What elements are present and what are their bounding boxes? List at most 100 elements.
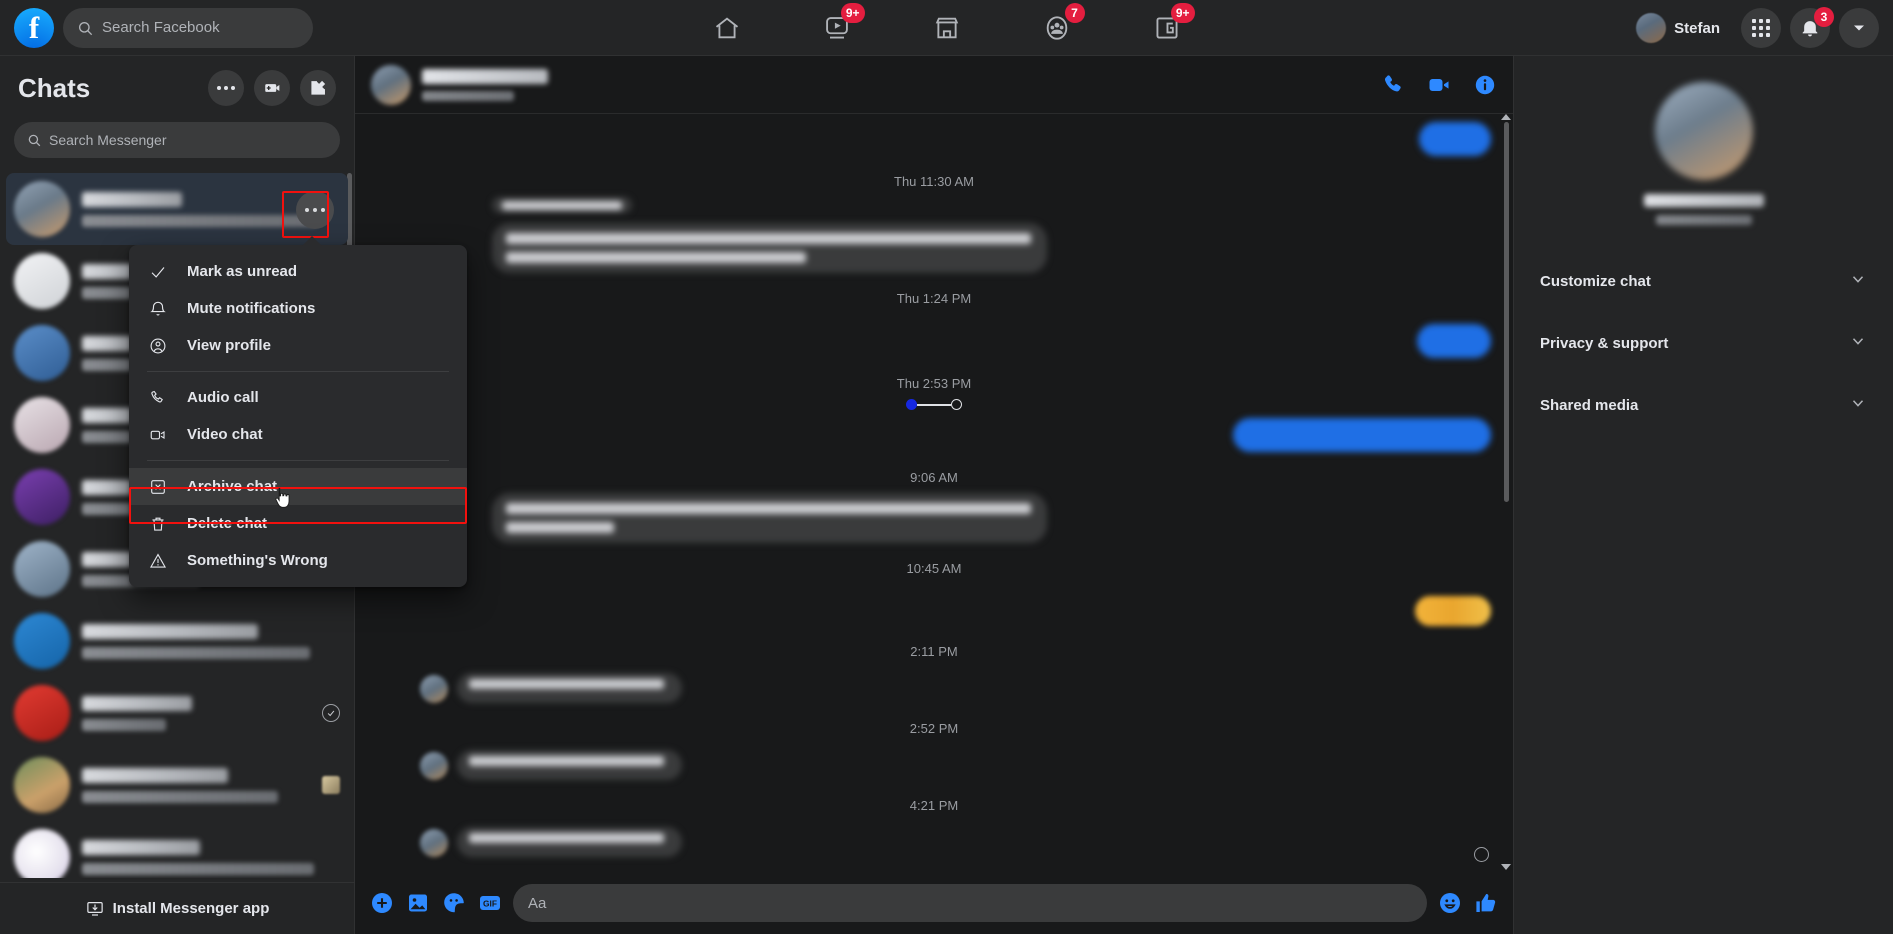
slider-knob[interactable] (906, 399, 917, 410)
list-item[interactable] (6, 821, 348, 878)
message-bubble[interactable] (1419, 122, 1491, 156)
scroll-up-arrow[interactable] (1501, 114, 1511, 120)
conversation-scrollbar[interactable] (1504, 122, 1509, 502)
message-input[interactable]: Aa (513, 884, 1427, 922)
section-label: Privacy & support (1540, 334, 1669, 352)
notifications-button[interactable]: 3 (1790, 7, 1834, 48)
message-bubble[interactable] (492, 197, 632, 213)
section-label: Customize chat (1540, 272, 1651, 290)
bell-icon (147, 300, 169, 318)
chat-preview (82, 767, 314, 803)
scroll-down-arrow[interactable] (1501, 864, 1511, 870)
list-item[interactable] (6, 677, 348, 749)
message-row (355, 493, 1513, 545)
nav-video[interactable]: 9+ (813, 2, 865, 52)
trash-icon (147, 515, 169, 533)
conversation-panel: Thu 11:30 AM Thu 1:24 PM Thu 2:53 PM 9:0… (355, 56, 1513, 934)
chevron-down-icon (1849, 394, 1867, 417)
message-bubble[interactable] (492, 493, 1047, 543)
gif-icon: GIF (480, 896, 500, 910)
menu-item-mute-notifications[interactable]: Mute notifications (129, 290, 467, 327)
message-row (355, 314, 1513, 360)
section-customize-chat[interactable]: Customize chat (1524, 259, 1883, 303)
avatar[interactable] (1654, 82, 1753, 180)
menu-item-label: View profile (187, 337, 271, 354)
create-room-button[interactable] (254, 70, 290, 106)
nav-groups[interactable]: 7 (1033, 2, 1085, 52)
conversation-header (355, 56, 1513, 114)
nav-home[interactable] (703, 4, 751, 52)
message-bubble[interactable] (457, 827, 682, 857)
message-bubble[interactable] (492, 223, 1047, 273)
menu-item-mark-as-unread[interactable]: Mark as unread (129, 253, 467, 290)
menu-item-delete-chat[interactable]: Delete chat (129, 505, 467, 542)
grid-menu-icon (1752, 19, 1770, 37)
chat-preview (82, 839, 340, 875)
messenger-search-input[interactable]: Search Messenger (14, 122, 340, 158)
add-attachment-button[interactable] (369, 890, 395, 916)
account-menu-button[interactable] (1839, 8, 1879, 48)
attach-gif-button[interactable]: GIF (477, 890, 503, 916)
avatar (420, 752, 448, 780)
slider-end (951, 399, 962, 410)
message-bubble[interactable] (457, 673, 682, 703)
nav-groups-badge: 7 (1064, 2, 1085, 23)
messenger-app: Search Facebook 9+ 7 9+ (0, 0, 1893, 934)
chat-options-button[interactable] (296, 191, 334, 229)
menu-item-label: Archive chat (187, 478, 278, 495)
menu-item-archive-chat[interactable]: Archive chat (129, 468, 467, 505)
phone-icon[interactable] (1381, 73, 1405, 97)
mouse-cursor (275, 487, 290, 508)
avatar (14, 397, 70, 453)
chevron-down-icon (1849, 270, 1867, 293)
reaction-bubble[interactable] (1415, 596, 1491, 626)
message-bubble[interactable] (457, 750, 682, 780)
notifications-badge: 3 (1814, 7, 1834, 27)
section-label: Shared media (1540, 396, 1639, 414)
nav-video-badge: 9+ (840, 2, 865, 23)
chevron-down-icon (1849, 332, 1867, 355)
emoji-button[interactable] (1437, 890, 1463, 916)
timestamp: 10:45 AM (906, 561, 962, 576)
install-messenger-app-button[interactable]: Install Messenger app (0, 882, 355, 934)
marketplace-icon (935, 17, 958, 38)
attach-image-button[interactable] (405, 890, 431, 916)
facebook-logo-icon[interactable] (14, 7, 54, 48)
chat-attachment (322, 776, 340, 794)
menu-item-somethings-wrong[interactable]: Something's Wrong (129, 542, 467, 579)
person-icon (147, 337, 169, 355)
emoji-icon (1440, 893, 1460, 913)
chats-header-actions (208, 70, 336, 106)
details-sections: Customize chat Privacy & support Shared … (1514, 259, 1893, 427)
chat-subtitle (1655, 215, 1752, 225)
info-icon[interactable] (1473, 73, 1497, 97)
list-item[interactable] (6, 173, 348, 245)
attach-sticker-button[interactable] (441, 890, 467, 916)
plus-circle-icon (372, 893, 392, 913)
nav-gaming[interactable]: 9+ (1143, 2, 1195, 52)
video-icon[interactable] (1427, 73, 1451, 97)
apps-menu-button[interactable] (1741, 8, 1781, 48)
chat-preview (82, 623, 340, 659)
send-like-button[interactable] (1473, 890, 1499, 916)
new-message-button[interactable] (300, 70, 336, 106)
chat-status (322, 704, 340, 722)
section-privacy-support[interactable]: Privacy & support (1524, 321, 1883, 365)
avatar[interactable] (371, 64, 411, 105)
message-bubble[interactable] (1233, 418, 1491, 452)
list-item[interactable] (6, 605, 348, 677)
menu-item-video-chat[interactable]: Video chat (129, 416, 467, 453)
avatar (14, 685, 70, 741)
menu-item-audio-call[interactable]: Audio call (129, 379, 467, 416)
nav-gaming-badge: 9+ (1170, 2, 1195, 23)
list-item[interactable] (6, 749, 348, 821)
facebook-search-input[interactable]: Search Facebook (63, 7, 313, 48)
nav-marketplace[interactable] (923, 4, 971, 52)
slider-track (917, 403, 951, 406)
message-slider[interactable] (355, 399, 1513, 410)
chats-options-button[interactable] (208, 70, 244, 106)
section-shared-media[interactable]: Shared media (1524, 383, 1883, 427)
profile-button[interactable]: Stefan (1633, 10, 1732, 46)
message-bubble[interactable] (1417, 324, 1491, 358)
menu-item-view-profile[interactable]: View profile (129, 327, 467, 364)
